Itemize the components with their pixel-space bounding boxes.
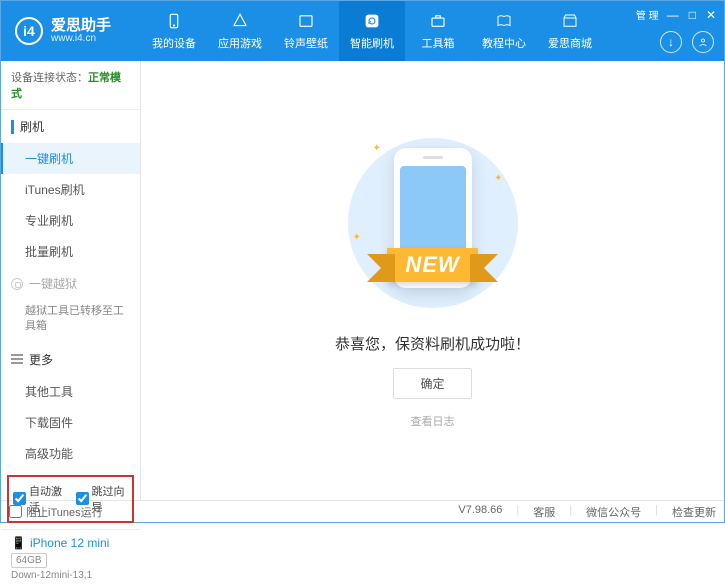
- toolbox-icon: [428, 11, 448, 31]
- sidebar-item-advanced[interactable]: 高级功能: [1, 438, 140, 469]
- sidebar-item-batch[interactable]: 批量刷机: [1, 236, 140, 267]
- phone-icon: [164, 11, 184, 31]
- window-controls: 管 理 — □ ✕: [636, 7, 716, 22]
- update-link[interactable]: 检查更新: [672, 504, 716, 520]
- nav-apps[interactable]: 应用游戏: [207, 1, 273, 61]
- device-capacity: 64GB: [11, 553, 47, 568]
- wechat-link[interactable]: 微信公众号: [586, 504, 641, 520]
- section-jailbreak: 一键越狱: [1, 267, 140, 300]
- success-message: 恭喜您，保资料刷机成功啦！: [335, 333, 530, 354]
- apps-icon: [230, 11, 250, 31]
- device-model: Down-12mini-13,1: [11, 570, 130, 581]
- maximize-icon[interactable]: □: [689, 8, 696, 22]
- app-title: 爱思助手: [51, 18, 111, 33]
- support-link[interactable]: 客服: [533, 504, 555, 520]
- lock-icon: [11, 278, 23, 290]
- nav-label: 应用游戏: [218, 35, 262, 51]
- sidebar-item-oneclick[interactable]: 一键刷机: [1, 143, 140, 174]
- minimize-icon[interactable]: —: [667, 8, 679, 22]
- checkbox-block-itunes[interactable]: 阻止iTunes运行: [9, 504, 103, 520]
- download-icon[interactable]: ↓: [660, 31, 682, 53]
- user-icon[interactable]: [692, 31, 714, 53]
- hamburger-icon: [11, 354, 23, 364]
- version-label: V7.98.66: [458, 504, 502, 520]
- section-more[interactable]: 更多: [1, 343, 140, 376]
- wallpaper-icon: [296, 11, 316, 31]
- sidebar-item-other[interactable]: 其他工具: [1, 376, 140, 407]
- ok-button[interactable]: 确定: [393, 368, 471, 399]
- header: i4 爱思助手 www.i4.cn 我的设备 应用游戏 铃声壁纸 智能刷机 工具…: [1, 1, 724, 61]
- logo-icon: i4: [15, 17, 43, 45]
- nav-store[interactable]: 爱思商城: [537, 1, 603, 61]
- sidebar-item-pro[interactable]: 专业刷机: [1, 205, 140, 236]
- refresh-icon: [362, 11, 382, 31]
- nav-flash[interactable]: 智能刷机: [339, 1, 405, 61]
- main-content: ✦ ✦ ✦ NEW 恭喜您，保资料刷机成功啦！ 确定 查看日志: [141, 61, 724, 500]
- nav-label: 工具箱: [422, 35, 455, 51]
- nav-label: 我的设备: [152, 35, 196, 51]
- nav-tutorial[interactable]: 教程中心: [471, 1, 537, 61]
- status-label: 设备连接状态：: [11, 72, 88, 84]
- sidebar-item-firmware[interactable]: 下载固件: [1, 407, 140, 438]
- connection-status: 设备连接状态：正常模式: [1, 61, 140, 110]
- section-flash[interactable]: 刷机: [1, 110, 140, 143]
- jailbreak-note: 越狱工具已转移至工具箱: [1, 300, 140, 343]
- nav-label: 教程中心: [482, 35, 526, 51]
- phone-small-icon: 📱: [11, 536, 26, 550]
- sidebar-item-itunes[interactable]: iTunes刷机: [1, 174, 140, 205]
- sidebar: 设备连接状态：正常模式 刷机 一键刷机 iTunes刷机 专业刷机 批量刷机 一…: [1, 61, 141, 500]
- close-icon[interactable]: ✕: [706, 8, 716, 22]
- menu-label[interactable]: 管 理: [636, 7, 659, 22]
- device-panel[interactable]: 📱 iPhone 12 mini 64GB Down-12mini-13,1: [1, 529, 140, 587]
- nav-label: 智能刷机: [350, 35, 394, 51]
- nav-label: 铃声壁纸: [284, 35, 328, 51]
- store-icon: [560, 11, 580, 31]
- nav-toolbox[interactable]: 工具箱: [405, 1, 471, 61]
- success-illustration: ✦ ✦ ✦ NEW: [343, 133, 523, 313]
- nav-label: 爱思商城: [548, 35, 592, 51]
- nav-ringtones[interactable]: 铃声壁纸: [273, 1, 339, 61]
- nav-my-device[interactable]: 我的设备: [141, 1, 207, 61]
- app-subtitle: www.i4.cn: [51, 33, 111, 44]
- logo: i4 爱思助手 www.i4.cn: [1, 17, 141, 45]
- view-log-link[interactable]: 查看日志: [411, 413, 455, 429]
- device-name: iPhone 12 mini: [30, 536, 109, 550]
- book-icon: [494, 11, 514, 31]
- ribbon-new: NEW: [387, 248, 477, 282]
